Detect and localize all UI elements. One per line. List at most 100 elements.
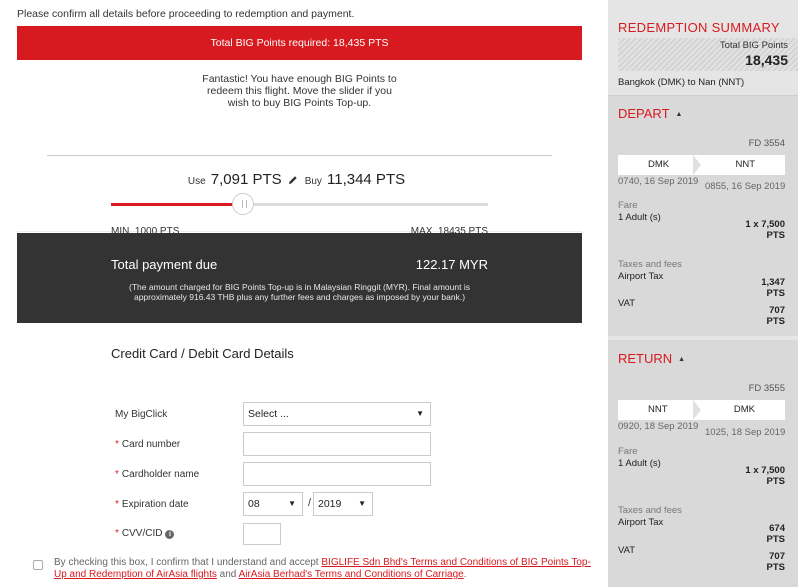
- card-number-input[interactable]: [243, 432, 431, 456]
- currency-note: (The amount charged for BIG Points Top-u…: [97, 282, 502, 302]
- depart-vat-label: VAT: [618, 298, 636, 309]
- card-details-panel: Credit Card / Debit Card Details My BigC…: [17, 323, 582, 545]
- expiration-year-value: 2019: [318, 498, 342, 510]
- use-points-value: 7,091 PTS: [210, 171, 282, 188]
- redemption-summary-sidebar: REDEMPTION SUMMARY Total BIG Points 18,4…: [608, 0, 798, 587]
- return-arrival-time: 1025, 18 Sep 2019: [705, 427, 786, 438]
- vat-value: 707: [769, 551, 785, 562]
- bigclick-selected-value: Select ...: [248, 408, 289, 420]
- message-line: wish to buy BIG Points Top-up.: [227, 97, 372, 109]
- date-separator: /: [308, 497, 312, 509]
- carriage-terms-link[interactable]: AirAsia Berhad's Terms and Conditions of…: [239, 569, 464, 580]
- slider-handle[interactable]: [231, 193, 254, 215]
- use-label: Use: [187, 176, 206, 187]
- terms-prefix: By checking this box, I confirm that I u…: [54, 557, 322, 568]
- card-details-title: Credit Card / Debit Card Details: [111, 346, 294, 361]
- total-payment-value: 122.17 MYR: [415, 257, 488, 272]
- depart-arrival-time: 0855, 16 Sep 2019: [705, 181, 786, 192]
- route-text: Bangkok (DMK) to Nan (NNT): [618, 77, 745, 88]
- fare-value-line: 1 x 7,500: [745, 219, 785, 230]
- depart-fare-label: Fare: [618, 200, 638, 211]
- expiration-month-value: 08: [248, 498, 260, 510]
- depart-heading[interactable]: DEPART ▲: [618, 106, 682, 121]
- return-route-codes: NNT DMK: [618, 400, 785, 420]
- return-fare-value: 1 x 7,500 PTS: [745, 465, 785, 487]
- points-split-readout: Use 7,091 PTS Buy 11,344 PTS: [17, 171, 582, 188]
- divider: [47, 155, 552, 156]
- return-flight-number: FD 3555: [748, 383, 785, 394]
- return-vat-label: VAT: [618, 545, 636, 556]
- cardholder-label-text: Cardholder name: [121, 469, 200, 480]
- total-points-box: Total BIG Points 18,435: [618, 38, 798, 71]
- vat-unit: PTS: [766, 316, 785, 327]
- points-required-banner: Total BIG Points required: 18,435 PTS: [17, 26, 582, 60]
- caret-up-icon: ▲: [675, 111, 683, 118]
- depart-taxes-label: Taxes and fees: [618, 259, 682, 270]
- dropdown-arrow-icon: ▼: [416, 409, 424, 418]
- message-line: redeem this flight. Move the slider if y…: [206, 85, 392, 97]
- required-mark: *: [115, 469, 119, 480]
- terms-checkbox[interactable]: [33, 560, 43, 570]
- depart-heading-text: DEPART: [618, 106, 670, 121]
- fare-value-line: 1 x 7,500: [745, 465, 785, 476]
- fare-value-unit: PTS: [766, 230, 785, 241]
- depart-route-codes: DMK NNT: [618, 155, 785, 175]
- tax-value: 1,347: [761, 277, 785, 288]
- points-slider-panel: Fantastic! You have enough BIG Points to…: [17, 60, 582, 237]
- intro-text: Please confirm all details before procee…: [17, 8, 355, 20]
- total-payment-panel: Total payment due 122.17 MYR (The amount…: [17, 233, 582, 323]
- caret-up-icon: ▲: [678, 356, 686, 363]
- return-fare-label: Fare: [618, 446, 638, 457]
- depart-vat-value: 707 PTS: [767, 305, 785, 327]
- redemption-form: Total BIG Points required: 18,435 PTS Fa…: [17, 26, 582, 545]
- return-heading[interactable]: RETURN ▲: [618, 351, 685, 366]
- depart-destination-code: NNT: [735, 159, 755, 170]
- return-passenger-label: 1 Adult (s): [618, 458, 661, 469]
- card-number-label: * Card number: [115, 439, 180, 450]
- terms-agreement: By checking this box, I confirm that I u…: [33, 557, 593, 581]
- depart-departure-time: 0740, 16 Sep 2019: [618, 176, 699, 187]
- total-points-label: Total BIG Points: [719, 40, 788, 51]
- expiration-label: * Expiration date: [115, 499, 189, 510]
- tax-unit: PTS: [766, 288, 785, 299]
- pencil-icon[interactable]: [288, 175, 298, 185]
- required-mark: *: [115, 499, 119, 510]
- depart-flight-number: FD 3554: [748, 138, 785, 149]
- depart-fare-value: 1 x 7,500 PTS: [745, 219, 785, 241]
- depart-airport-tax-value: 1,347 PTS: [761, 277, 785, 299]
- currency-note-line: approximately 916.43 THB plus any furthe…: [133, 292, 466, 302]
- vat-value: 707: [769, 305, 785, 316]
- message-line: Fantastic! You have enough BIG Points to: [202, 73, 397, 85]
- return-departure-time: 0920, 18 Sep 2019: [618, 421, 699, 432]
- total-payment-label: Total payment due: [111, 257, 218, 272]
- cvv-input[interactable]: [243, 523, 281, 545]
- return-airport-tax-value: 674 PTS: [767, 523, 785, 545]
- divider: [608, 95, 798, 96]
- terms-middle: and: [216, 569, 239, 580]
- cardholder-label: * Cardholder name: [115, 469, 199, 480]
- return-vat-value: 707 PTS: [767, 551, 785, 573]
- return-taxes-label: Taxes and fees: [618, 505, 682, 516]
- info-icon[interactable]: i: [165, 530, 175, 539]
- terms-suffix: .: [463, 569, 467, 580]
- cvv-label-text: CVV/CID: [121, 528, 163, 539]
- card-number-label-text: Card number: [121, 439, 181, 450]
- return-airport-tax-label: Airport Tax: [618, 517, 664, 528]
- expiration-month-select[interactable]: 08 ▼: [243, 492, 303, 516]
- currency-note-line: (The amount charged for BIG Points Top-u…: [129, 282, 470, 292]
- tax-unit: PTS: [766, 534, 785, 545]
- tax-value: 674: [769, 523, 785, 534]
- return-origin-code: NNT: [648, 404, 668, 415]
- return-destination-code: DMK: [733, 404, 755, 415]
- dropdown-arrow-icon: ▼: [288, 499, 296, 508]
- depart-airport-tax-label: Airport Tax: [618, 271, 664, 282]
- bigclick-select[interactable]: Select ... ▼: [243, 402, 431, 426]
- required-mark: *: [115, 439, 119, 450]
- bigclick-label: My BigClick: [115, 409, 167, 420]
- cvv-label: * CVV/CID i: [115, 528, 175, 539]
- expiration-year-select[interactable]: 2019 ▼: [313, 492, 373, 516]
- terms-text: By checking this box, I confirm that I u…: [54, 557, 593, 581]
- vat-unit: PTS: [766, 562, 785, 573]
- cardholder-name-input[interactable]: [243, 462, 431, 486]
- points-slider[interactable]: [111, 193, 488, 215]
